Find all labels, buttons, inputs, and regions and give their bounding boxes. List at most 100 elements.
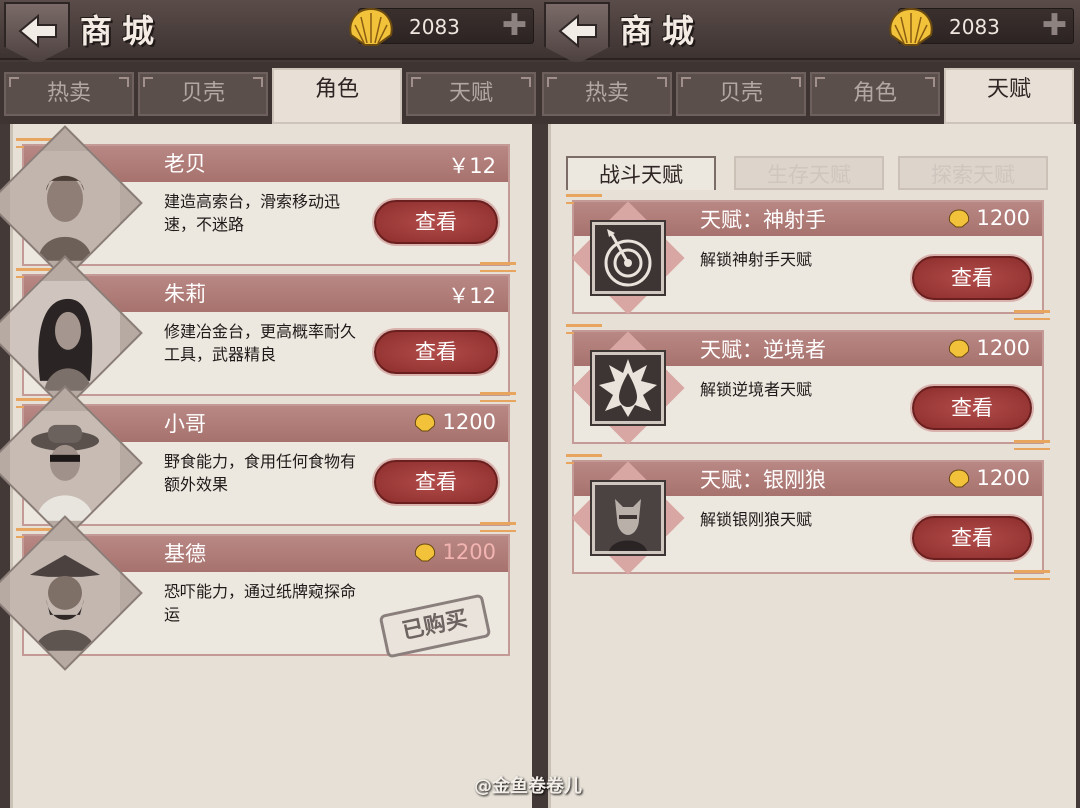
talent-name: 天赋：逆境者: [700, 338, 826, 362]
tab-label: 热卖: [46, 81, 91, 106]
tab-characters[interactable]: 角色: [272, 68, 402, 124]
add-currency-icon[interactable]: ✚: [502, 11, 527, 41]
view-button[interactable]: 查看: [374, 330, 498, 374]
portrait-julie-icon: [9, 280, 121, 391]
portrait-laobei-icon: [9, 150, 121, 261]
shop-tabs: 热卖 贝壳 角色 天赋: [540, 62, 1080, 124]
page-title: 商城: [620, 12, 705, 50]
subtab-explore-talents[interactable]: 探索天赋: [898, 156, 1048, 190]
tab-label: 天赋: [448, 81, 493, 106]
talent-description: 解锁神射手天赋: [700, 250, 813, 269]
corner-ornament: [480, 522, 516, 532]
tab-talents[interactable]: 天赋: [944, 68, 1074, 124]
tab-label: 角色: [852, 81, 897, 106]
talent-price: 1200: [948, 206, 1030, 230]
shell-coin-icon: [349, 7, 393, 46]
back-arrow-icon: [18, 14, 57, 48]
shell-coin-icon: [948, 209, 969, 228]
character-price: 1200: [414, 410, 496, 434]
top-bar: 商城 2083 ✚: [0, 0, 540, 64]
back-button[interactable]: [4, 2, 70, 64]
corner-ornament: [1014, 570, 1050, 580]
icon-tile: [590, 480, 666, 556]
tab-hot[interactable]: 热卖: [542, 72, 672, 116]
character-description: 建造高索台，滑索移动迅速，不迷路: [164, 192, 341, 234]
portrait-kidd-icon: [9, 540, 121, 651]
subtab-survival-talents[interactable]: 生存天赋: [734, 156, 884, 190]
character-description: 野食能力，食用任何食物有额外效果: [164, 452, 357, 494]
top-bar: 商城 2083 ✚: [540, 0, 1080, 64]
talent-icon-frame: [571, 201, 685, 315]
add-currency-icon[interactable]: ✚: [1042, 11, 1067, 41]
price-value: 1200: [442, 540, 496, 564]
talent-name: 天赋：神射手: [700, 208, 826, 232]
price-value: 1200: [976, 206, 1030, 230]
shell-coin-icon: [889, 7, 933, 46]
subtab-combat-talents[interactable]: 战斗天赋: [566, 156, 716, 190]
shell-coin-icon: [414, 543, 435, 562]
tab-label: 天赋: [986, 77, 1031, 102]
talent-price: 1200: [948, 466, 1030, 490]
portrait-xiaoge-icon: [9, 410, 121, 521]
tab-talents[interactable]: 天赋: [406, 72, 536, 116]
talent-icon-frame: [571, 331, 685, 445]
character-card: 老贝 ￥12 建造高索台，滑索移动迅速，不迷路 查看: [0, 125, 516, 281]
view-button[interactable]: 查看: [912, 516, 1032, 560]
character-price: ￥12: [448, 284, 496, 308]
watermark: @金鱼卷卷儿: [474, 776, 582, 797]
character-card: 小哥 1200 野食能力，食用任何食物有额外效果 查看: [0, 385, 516, 541]
tab-label: 贝壳: [180, 81, 225, 106]
view-button[interactable]: 查看: [912, 386, 1032, 430]
shell-coin-icon: [948, 469, 969, 488]
character-card: 朱莉 ￥12 修建冶金台，更高概率耐久工具，武器精良 查看: [0, 255, 516, 411]
character-name: 小哥: [164, 412, 206, 436]
character-price: 1200: [414, 540, 496, 564]
tab-label: 贝壳: [718, 81, 763, 106]
shell-count: 2083: [409, 15, 460, 39]
character-card: 基德 1200 恐吓能力，通过纸牌窥探命运 已购买: [0, 515, 510, 671]
shop-screen-characters: 商城 2083 ✚ 热卖 贝壳 角色 天赋 老贝 ￥12 建造高索台，滑索移动迅…: [0, 0, 540, 808]
character-name: 朱莉: [164, 282, 206, 306]
tab-characters[interactable]: 角色: [810, 72, 940, 116]
talent-card: 天赋：神射手 1200 解锁神射手天赋 查看: [566, 194, 1050, 320]
corner-ornament: [1014, 310, 1050, 320]
character-description: 修建冶金台，更高概率耐久工具，武器精良: [164, 322, 357, 364]
corner-ornament: [480, 392, 516, 402]
talent-card: 天赋：逆境者 1200 解锁逆境者天赋 查看: [566, 324, 1050, 450]
shop-tabs: 热卖 贝壳 角色 天赋: [0, 62, 540, 124]
shell-count: 2083: [949, 15, 1000, 39]
page-title: 商城: [80, 12, 165, 50]
talent-name: 天赋：银刚狼: [700, 468, 826, 492]
character-name: 基德: [164, 542, 206, 566]
talent-description: 解锁银刚狼天赋: [700, 510, 813, 529]
corner-ornament: [1014, 440, 1050, 450]
corner-ornament: [480, 262, 516, 272]
tab-label: 角色: [314, 77, 359, 102]
price-value: 1200: [976, 466, 1030, 490]
tab-shells[interactable]: 贝壳: [676, 72, 806, 116]
view-button[interactable]: 查看: [374, 460, 498, 504]
drop-burst-icon: [599, 359, 657, 417]
tab-label: 热卖: [584, 81, 629, 106]
view-button[interactable]: 查看: [912, 256, 1032, 300]
tab-shells[interactable]: 贝壳: [138, 72, 268, 116]
talent-icon-frame: [571, 461, 685, 575]
target-arrow-icon: [604, 229, 652, 287]
character-price: ￥12: [448, 154, 496, 178]
purchased-stamp: 已购买: [378, 593, 492, 659]
shell-coin-icon: [948, 339, 969, 358]
shell-currency-bar: 2083 ✚: [349, 7, 534, 46]
back-button[interactable]: [544, 2, 610, 64]
character-name: 老贝: [164, 152, 206, 176]
price-value: 1200: [442, 410, 496, 434]
talent-description: 解锁逆境者天赋: [700, 380, 813, 399]
shell-currency-bar: 2083 ✚: [889, 7, 1074, 46]
icon-tile: [590, 220, 666, 296]
view-button[interactable]: 查看: [374, 200, 498, 244]
talent-card: 天赋：银刚狼 1200 解锁银刚狼天赋 查看: [566, 454, 1050, 580]
icon-tile: [590, 350, 666, 426]
tab-hot[interactable]: 热卖: [4, 72, 134, 116]
talent-price: 1200: [948, 336, 1030, 360]
wolverine-portrait-icon: [595, 485, 661, 551]
back-arrow-icon: [558, 14, 597, 48]
